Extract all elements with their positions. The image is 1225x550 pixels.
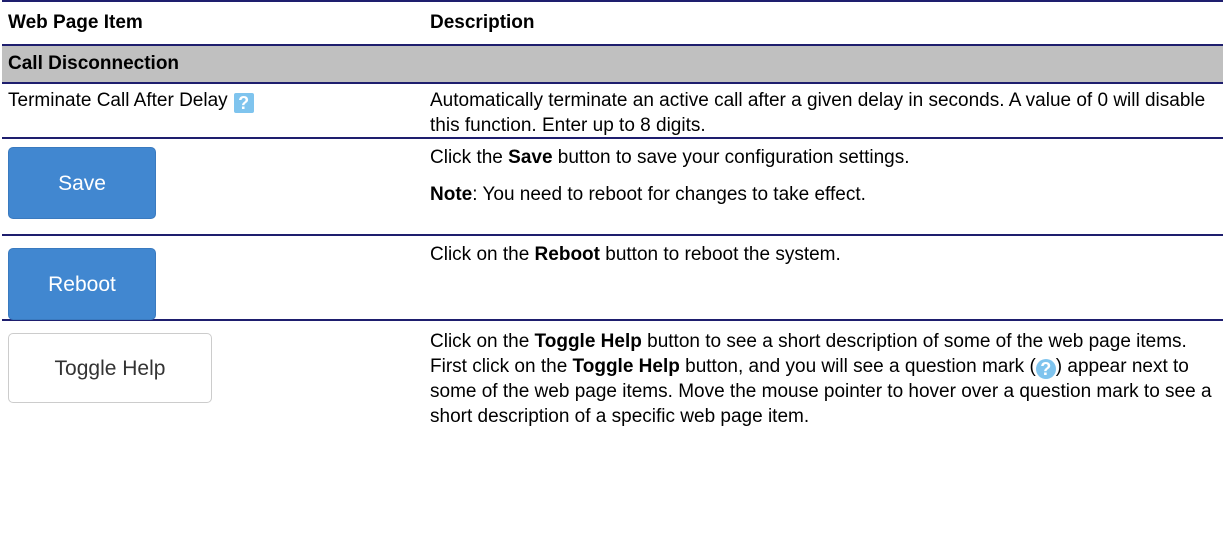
reboot-desc-bold: Reboot [534, 244, 600, 265]
help-question-icon: ? [1035, 359, 1056, 379]
header-web-page-item: Web Page Item [8, 12, 143, 33]
reboot-description: Click on the Reboot button to reboot the… [430, 242, 1213, 267]
terminate-item-label: Terminate Call After Delay [8, 90, 228, 111]
table-row-toggle-help: Toggle Help Click on the Toggle Help but… [2, 321, 1223, 454]
toggle-description: Click on the Toggle Help button to see a… [430, 329, 1213, 429]
save-note: Note: You need to reboot for changes to … [430, 182, 1213, 207]
toggle-desc-1: Click on the [430, 331, 535, 352]
reboot-desc-post: button to reboot the system. [599, 244, 841, 265]
toggle-help-button[interactable]: Toggle Help [8, 333, 212, 403]
table-row-save: Save Click the Save button to save your … [2, 139, 1223, 236]
section-row-call-disconnection: Call Disconnection [2, 46, 1223, 84]
save-desc-pre: Click the [430, 147, 509, 168]
help-question-icon[interactable]: ? [233, 93, 254, 113]
note-label: Note [430, 184, 473, 205]
reboot-item-cell: Reboot [2, 236, 430, 320]
reboot-description-cell: Click on the Reboot button to reboot the… [430, 236, 1223, 319]
save-description: Click the Save button to save your confi… [430, 145, 1213, 170]
save-desc-bold: Save [508, 147, 553, 168]
table-row-terminate-call: Terminate Call After Delay? Automaticall… [2, 84, 1223, 139]
toggle-item-cell: Toggle Help [2, 321, 430, 454]
toggle-desc-bold-2: Toggle Help [572, 356, 680, 377]
section-title: Call Disconnection [8, 53, 180, 74]
terminate-description: Automatically terminate an active call a… [430, 90, 1206, 136]
toggle-description-cell: Click on the Toggle Help button to see a… [430, 321, 1223, 454]
save-item-cell: Save [2, 139, 430, 234]
reboot-button[interactable]: Reboot [8, 248, 156, 320]
terminate-item-cell: Terminate Call After Delay? [2, 88, 430, 137]
header-description: Description [430, 12, 535, 33]
toggle-desc-bold-1: Toggle Help [534, 331, 642, 352]
web-page-items-table: Web Page Item Description Call Disconnec… [2, 0, 1223, 454]
save-desc-post: button to save your configuration settin… [552, 147, 910, 168]
reboot-desc-pre: Click on the [430, 244, 535, 265]
save-button[interactable]: Save [8, 147, 156, 219]
table-row-reboot: Reboot Click on the Reboot button to reb… [2, 236, 1223, 321]
toggle-desc-3: button, and you will see a question mark… [679, 356, 1036, 377]
table-header-row: Web Page Item Description [2, 0, 1223, 46]
save-description-cell: Click the Save button to save your confi… [430, 139, 1223, 234]
note-text: : You need to reboot for changes to take… [472, 184, 866, 205]
